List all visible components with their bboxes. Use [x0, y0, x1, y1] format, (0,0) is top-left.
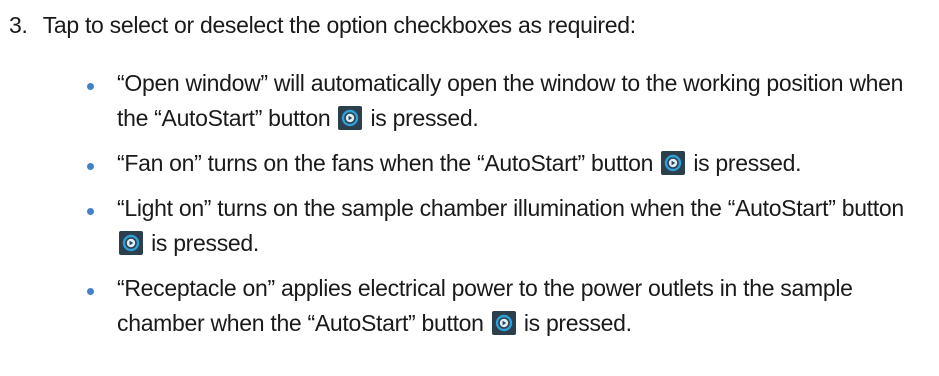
autostart-button-icon	[661, 151, 686, 175]
bullet-text-after: is pressed.	[151, 230, 260, 256]
list-item-receptacle-on: “Receptacle on” applies electrical power…	[87, 271, 932, 341]
bullet-text-after: is pressed.	[523, 310, 632, 336]
bullet-text-before: “Open window” will automatically open th…	[117, 70, 904, 131]
step-text: Tap to select or deselect the option che…	[42, 12, 636, 38]
autostart-button-icon	[119, 231, 143, 255]
step-number: 3.	[9, 12, 28, 38]
bullet-dot	[87, 208, 94, 215]
list-item-open-window: “Open window” will automatically open th…	[87, 66, 932, 136]
bullet-text-before: “Fan on” turns on the fans when the “Aut…	[117, 150, 654, 176]
bullet-dot	[87, 163, 94, 170]
bullet-text-before: “Receptacle on” applies electrical power…	[117, 275, 853, 336]
autostart-button-icon	[491, 311, 516, 335]
bullet-text-after: is pressed.	[693, 150, 802, 176]
autostart-button-icon	[338, 106, 363, 130]
bullet-dot	[87, 288, 94, 295]
list-item-light-on: “Light on” turns on the sample chamber i…	[87, 191, 932, 261]
options-list: “Open window” will automatically open th…	[87, 66, 932, 351]
step-3: 3. Tap to select or deselect the option …	[9, 10, 636, 40]
bullet-text-before: “Light on” turns on the sample chamber i…	[117, 195, 904, 221]
bullet-text-after: is pressed.	[370, 105, 479, 131]
bullet-dot	[87, 83, 94, 90]
list-item-fan-on: “Fan on” turns on the fans when the “Aut…	[87, 146, 932, 181]
